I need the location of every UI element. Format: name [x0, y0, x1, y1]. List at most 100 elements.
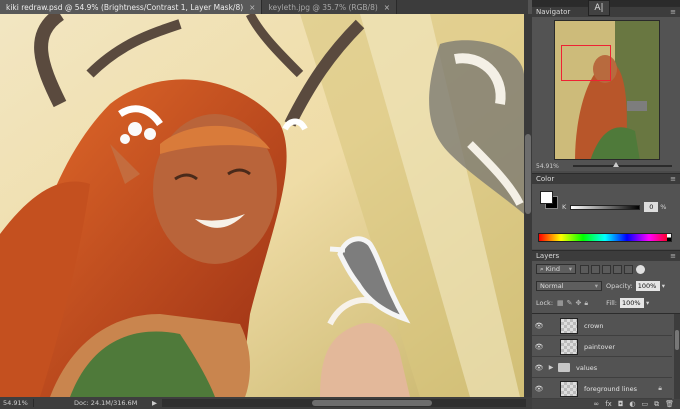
eye-icon[interactable]: 👁︎ — [532, 343, 546, 351]
panel-title[interactable]: Navigator — [536, 8, 570, 16]
view-box[interactable] — [561, 45, 611, 81]
eye-icon[interactable]: 👁︎ — [532, 322, 546, 330]
zoom-slider[interactable] — [572, 162, 672, 167]
fx-icon[interactable]: fx — [605, 400, 612, 408]
chevron-right-icon[interactable]: ▶ — [546, 364, 556, 371]
scroll-thumb[interactable] — [675, 330, 679, 350]
horizontal-scrollbar[interactable] — [162, 399, 526, 407]
navigator-preview — [555, 21, 659, 159]
color-header: Color ≡ — [532, 173, 680, 184]
tab-label: kiki redraw.psd @ 54.9% (Brightness/Cont… — [6, 2, 244, 12]
layer-thumbnail — [560, 380, 578, 397]
ai-button[interactable]: A| — [588, 0, 610, 16]
close-icon[interactable]: × — [249, 3, 255, 12]
lock-icon: 🔒︎ — [658, 384, 662, 392]
layers-header: Layers ≡ — [532, 250, 680, 261]
panel-dock: Navigator ≡ 54.91% Color ≡ K 0 % Layers … — [532, 6, 680, 409]
color-panel: Color ≡ K 0 % — [532, 173, 680, 249]
lock-row: Lock: ▦ ✎ ✥ 🔒︎ Fill: 100% ▾ — [536, 298, 649, 308]
smart-object-filter-icon[interactable] — [624, 264, 633, 274]
scroll-thumb[interactable] — [525, 134, 531, 214]
layer-list[interactable]: 👁︎ crown 👁︎ paintover 👁︎ ▶ values 👁︎ for… — [532, 313, 680, 399]
opacity-label: Opacity: — [606, 282, 633, 290]
bw-ramp[interactable] — [667, 234, 671, 241]
navigator-zoom-value[interactable]: 54.91% — [536, 163, 559, 170]
foreground-color-swatch[interactable] — [540, 191, 553, 204]
layer-filter-row: ⌕ Kind ▾ — [536, 264, 645, 274]
layer-name[interactable]: foreground lines — [584, 385, 637, 393]
artwork — [0, 14, 524, 397]
pixel-filter-icon[interactable] — [580, 264, 589, 274]
document-canvas[interactable] — [0, 14, 524, 397]
chevron-down-icon: ▾ — [594, 282, 598, 290]
status-bar: 54.91% Doc: 24.1M/316.6M ▶ — [0, 397, 532, 409]
photoshop-window: kiki redraw.psd @ 54.9% (Brightness/Cont… — [0, 0, 680, 409]
navigator-panel: Navigator ≡ 54.91% — [532, 6, 680, 171]
layers-footer: ∞ fx ◘ ◐ ▭ ⧉ 🗑︎ — [532, 399, 680, 409]
panel-title[interactable]: Layers — [536, 252, 559, 260]
search-icon: ⌕ — [540, 264, 544, 273]
zoom-readout[interactable]: 54.91% — [0, 399, 34, 407]
layer-name[interactable]: crown — [584, 322, 604, 330]
filter-icons — [580, 264, 633, 274]
k-slider-row: K 0 % — [562, 202, 666, 212]
adjustment-filter-icon[interactable] — [591, 264, 600, 274]
fill-field[interactable]: 100% — [620, 298, 644, 308]
layer-row-values[interactable]: 👁︎ ▶ values — [532, 358, 672, 378]
folder-icon[interactable]: ▭ — [641, 400, 648, 408]
k-unit: % — [660, 203, 667, 211]
chevron-down-icon[interactable]: ▾ — [646, 299, 649, 307]
lock-all-icon[interactable]: 🔒︎ — [584, 299, 588, 308]
filter-toggle[interactable] — [636, 264, 645, 274]
blend-mode-value: Normal — [540, 282, 564, 290]
k-slider[interactable] — [570, 204, 641, 210]
layers-panel: Layers ≡ ⌕ Kind ▾ Normal ▾ Opacity: 100%… — [532, 250, 680, 409]
shape-filter-icon[interactable] — [613, 264, 622, 274]
tab-label: keyleth.jpg @ 35.7% (RGB/8) — [268, 2, 378, 12]
panel-menu-icon[interactable]: ≡ — [670, 8, 676, 16]
doc-size: Doc: 24.1M/316.6M — [74, 399, 138, 407]
color-spectrum[interactable] — [538, 233, 672, 242]
mask-icon[interactable]: ◘ — [618, 400, 624, 408]
document-tabs: kiki redraw.psd @ 54.9% (Brightness/Cont… — [0, 0, 528, 14]
lock-icons: ▦ ✎ ✥ 🔒︎ — [557, 299, 588, 308]
close-icon[interactable]: × — [384, 3, 390, 12]
navigator-zoom-row: 54.91% — [532, 161, 680, 171]
layer-row-foreground-lines[interactable]: 👁︎ foreground lines 🔒︎ — [532, 379, 672, 399]
layers-scrollbar[interactable] — [674, 314, 680, 399]
layer-row-crown[interactable]: 👁︎ crown — [532, 316, 672, 336]
navigator-thumbnail[interactable] — [554, 20, 660, 160]
trash-icon[interactable]: 🗑︎ — [665, 400, 674, 408]
new-layer-icon[interactable]: ⧉ — [654, 400, 659, 409]
filter-kind-select[interactable]: ⌕ Kind ▾ — [536, 264, 576, 274]
fill-label: Fill: — [606, 299, 617, 307]
lock-position-icon[interactable]: ✥ — [576, 299, 582, 308]
tab-kiki-redraw[interactable]: kiki redraw.psd @ 54.9% (Brightness/Cont… — [0, 0, 263, 14]
layer-name[interactable]: paintover — [584, 343, 615, 351]
adjustment-icon[interactable]: ◐ — [629, 400, 635, 408]
layer-name[interactable]: values — [576, 364, 597, 372]
scroll-thumb[interactable] — [312, 400, 432, 406]
panel-title[interactable]: Color — [536, 175, 554, 183]
eye-icon[interactable]: 👁︎ — [532, 385, 546, 393]
lock-pixels-icon[interactable]: ✎ — [567, 299, 573, 308]
layer-row-paintover[interactable]: 👁︎ paintover — [532, 337, 672, 357]
eye-icon[interactable]: 👁︎ — [532, 364, 546, 372]
tab-keyleth[interactable]: keyleth.jpg @ 35.7% (RGB/8) × — [262, 0, 398, 14]
filter-kind-value: Kind — [545, 265, 560, 273]
blend-row: Normal ▾ Opacity: 100% ▾ — [536, 281, 665, 291]
chevron-down-icon[interactable]: ▾ — [662, 282, 665, 290]
status-menu-arrow-icon[interactable]: ▶ — [152, 399, 162, 407]
type-filter-icon[interactable] — [602, 264, 611, 274]
lock-transparency-icon[interactable]: ▦ — [557, 299, 564, 308]
lock-label: Lock: — [536, 299, 554, 307]
panel-menu-icon[interactable]: ≡ — [670, 252, 676, 260]
k-value-field[interactable]: 0 — [644, 202, 659, 212]
zoom-slider-knob[interactable] — [612, 162, 619, 167]
blend-mode-select[interactable]: Normal ▾ — [536, 281, 602, 291]
vertical-scrollbar[interactable] — [524, 14, 532, 397]
k-label: K — [562, 203, 567, 211]
opacity-field[interactable]: 100% — [635, 281, 660, 291]
panel-menu-icon[interactable]: ≡ — [670, 175, 676, 183]
link-icon[interactable]: ∞ — [593, 400, 599, 408]
